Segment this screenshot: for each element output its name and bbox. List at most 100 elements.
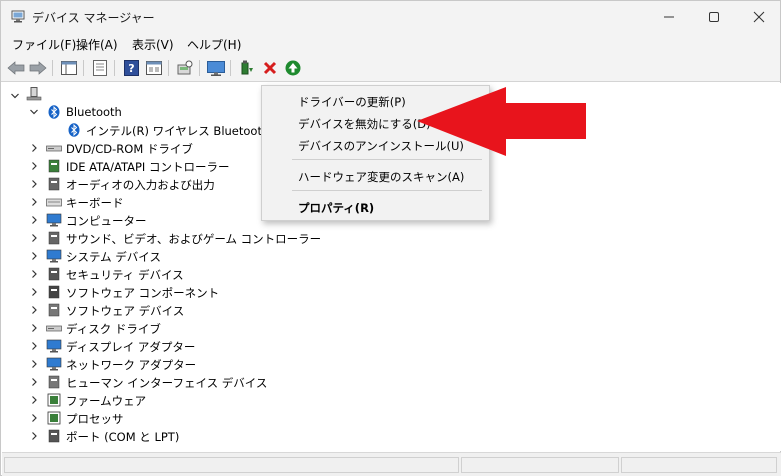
menu-bar: ファイル(F) 操作(A) 表示(V) ヘルプ(H)	[1, 33, 780, 54]
toolbar-separator	[230, 60, 231, 76]
tree-item-label[interactable]: インテル(R) ワイヤレス Bluetooth(R)	[86, 123, 286, 139]
properties-button[interactable]	[90, 58, 110, 78]
chevron-right-icon[interactable]	[29, 413, 39, 423]
tree-item-label[interactable]: ファームウェア	[66, 393, 146, 409]
scan-hardware-button[interactable]	[175, 58, 195, 78]
display-adapter-icon	[46, 339, 62, 353]
toolbar-separator	[52, 60, 53, 76]
toolbar-separator	[114, 60, 115, 76]
bluetooth-icon	[68, 123, 80, 137]
computer-root-icon[interactable]	[26, 87, 42, 101]
chevron-right-icon[interactable]	[29, 179, 39, 189]
enable-device-button[interactable]	[283, 58, 303, 78]
menu-file[interactable]: ファイル(F)	[10, 36, 78, 53]
svg-text:?: ?	[128, 62, 134, 75]
chevron-right-icon[interactable]	[29, 287, 39, 297]
toolbar-separator	[168, 60, 169, 76]
menu-item-properties[interactable]: プロパティ(R)	[298, 200, 374, 216]
tree-item-label[interactable]: DVD/CD-ROM ドライブ	[66, 141, 193, 157]
menu-action[interactable]: 操作(A)	[74, 36, 120, 53]
chevron-right-icon[interactable]	[29, 377, 39, 387]
port-icon	[48, 429, 60, 443]
maximize-icon	[709, 12, 719, 22]
tree-item-label[interactable]: ソフトウェア デバイス	[66, 303, 184, 319]
tree-item-label[interactable]: ヒューマン インターフェイス デバイス	[66, 375, 267, 391]
tree-item-label[interactable]: セキュリティ デバイス	[66, 267, 184, 283]
maximize-button[interactable]	[691, 1, 737, 33]
tree-item-label[interactable]: キーボード	[66, 195, 124, 211]
tree-item-label[interactable]: IDE ATA/ATAPI コントローラー	[66, 159, 229, 175]
red-arrow-pointer	[417, 87, 586, 156]
menu-item-update-driver[interactable]: ドライバーの更新(P)	[298, 94, 406, 110]
toolbar-separator	[83, 60, 84, 76]
uninstall-icon	[263, 61, 277, 75]
tree-item-label[interactable]: プロセッサ	[66, 411, 124, 427]
chevron-right-icon[interactable]	[29, 197, 39, 207]
update-driver-button[interactable]	[237, 58, 257, 78]
firmware-icon	[47, 393, 61, 407]
chevron-right-icon[interactable]	[29, 143, 39, 153]
chevron-right-icon[interactable]	[29, 305, 39, 315]
forward-button[interactable]	[28, 58, 48, 78]
chevron-right-icon[interactable]	[29, 215, 39, 225]
chevron-down-icon[interactable]	[10, 91, 20, 101]
chevron-right-icon[interactable]	[29, 395, 39, 405]
hid-icon	[48, 375, 60, 389]
tree-item-label[interactable]: システム デバイス	[66, 249, 161, 265]
network-adapter-icon	[46, 357, 62, 371]
view-button[interactable]	[144, 58, 164, 78]
show-hide-console-tree-icon	[61, 61, 77, 75]
software-device-icon	[48, 303, 60, 317]
tree-item-label[interactable]: ディスク ドライブ	[66, 321, 161, 337]
menu-item-scan-hardware[interactable]: ハードウェア変更のスキャン(A)	[298, 169, 464, 185]
status-cell	[4, 457, 459, 473]
forward-arrow-icon	[29, 61, 47, 75]
disk-drive-icon	[46, 325, 62, 332]
chevron-right-icon[interactable]	[29, 233, 39, 243]
device-manager-window: デバイス マネージャー ファイル(F) 操作(A) 表示(V) ヘルプ(H) ?…	[0, 0, 781, 476]
monitor-icon	[207, 60, 225, 76]
menu-view[interactable]: 表示(V)	[130, 36, 176, 53]
uninstall-button[interactable]	[260, 58, 280, 78]
chevron-down-icon[interactable]	[29, 107, 39, 117]
scan-hardware-icon	[177, 60, 193, 75]
chevron-right-icon[interactable]	[29, 431, 39, 441]
tree-item-label[interactable]: サウンド、ビデオ、およびゲーム コントローラー	[66, 231, 321, 247]
audio-icon	[48, 177, 60, 191]
window-title: デバイス マネージャー	[32, 11, 155, 25]
chevron-right-icon[interactable]	[29, 161, 39, 171]
help-button[interactable]: ?	[121, 58, 141, 78]
menu-help[interactable]: ヘルプ(H)	[185, 36, 243, 53]
device-manager-icon	[11, 10, 25, 23]
status-cell	[461, 457, 619, 473]
chevron-right-icon[interactable]	[29, 251, 39, 261]
dvd-drive-icon	[46, 145, 62, 152]
tree-item-label[interactable]: ソフトウェア コンポーネント	[66, 285, 219, 301]
sound-icon	[48, 231, 60, 245]
chevron-right-icon[interactable]	[29, 359, 39, 369]
minimize-button[interactable]	[646, 1, 692, 33]
processor-icon	[47, 411, 61, 425]
close-button[interactable]	[736, 1, 781, 33]
tree-item-label[interactable]: コンピューター	[66, 213, 147, 229]
tree-item-label[interactable]: Bluetooth	[66, 105, 122, 119]
menu-separator	[292, 190, 482, 191]
monitor-button[interactable]	[206, 58, 226, 78]
tree-item-label[interactable]: オーディオの入力および出力	[66, 177, 215, 193]
title-bar[interactable]: デバイス マネージャー	[1, 1, 780, 33]
properties-icon	[93, 60, 107, 76]
toolbar-separator	[199, 60, 200, 76]
tree-item-label[interactable]: ネットワーク アダプター	[66, 357, 196, 373]
console-tree-button[interactable]	[59, 58, 79, 78]
ide-controller-icon	[48, 159, 60, 173]
tree-item-label[interactable]: ディスプレイ アダプター	[66, 339, 195, 355]
system-device-icon	[46, 249, 62, 263]
chevron-right-icon[interactable]	[29, 323, 39, 333]
chevron-right-icon[interactable]	[29, 341, 39, 351]
back-button[interactable]	[6, 58, 26, 78]
keyboard-icon	[46, 198, 62, 207]
tree-item-label[interactable]: ポート (COM と LPT)	[66, 429, 179, 445]
chevron-right-icon[interactable]	[29, 269, 39, 279]
minimize-icon	[664, 16, 674, 18]
software-component-icon	[48, 285, 60, 299]
